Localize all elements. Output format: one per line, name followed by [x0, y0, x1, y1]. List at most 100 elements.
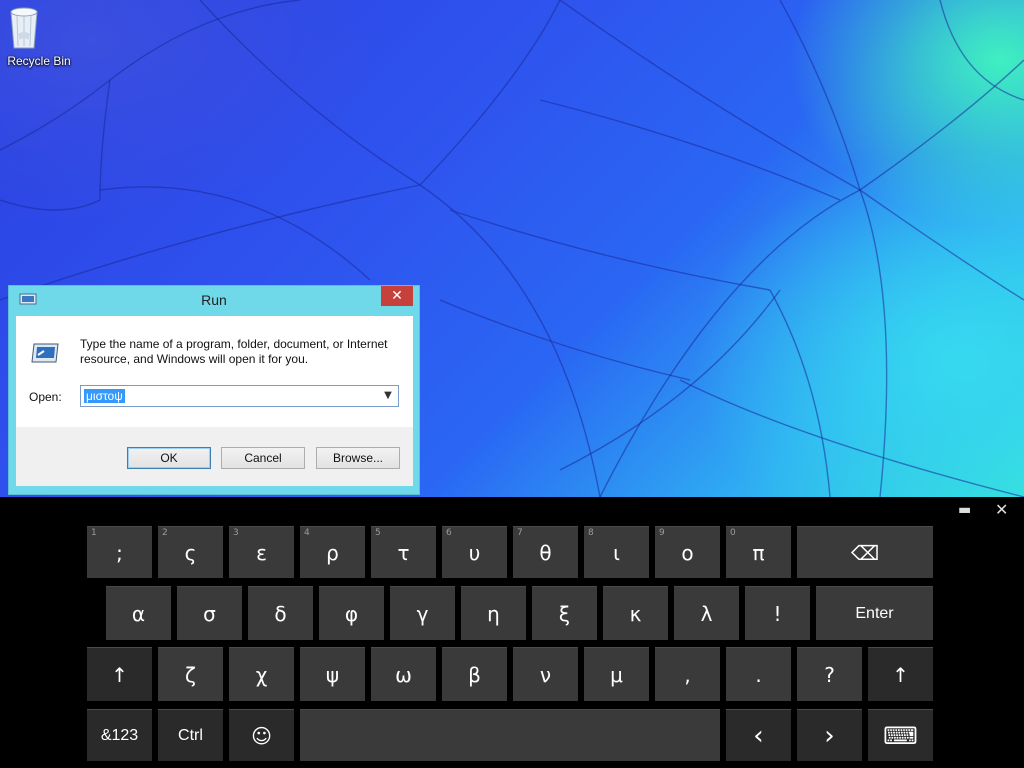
key[interactable]: σ — [177, 586, 242, 640]
key[interactable]: ζ — [158, 647, 223, 701]
cancel-button[interactable]: Cancel — [221, 447, 305, 469]
right-arrow-key[interactable]: › — [797, 709, 862, 761]
key[interactable]: μ — [584, 647, 649, 701]
desktop-icon-label: Recycle Bin — [7, 54, 71, 68]
close-keyboard-icon[interactable]: ✕ — [995, 500, 1008, 519]
chevron-right-icon: › — [824, 720, 835, 751]
desktop-icon-recycle-bin[interactable]: Recycle Bin — [4, 4, 74, 68]
key-label: Enter — [855, 604, 894, 622]
key-label: ! — [773, 601, 782, 626]
key-label: δ — [274, 601, 287, 626]
dialog-title: Run — [201, 292, 227, 308]
key-label: π — [752, 540, 765, 565]
key[interactable]: κ — [603, 586, 668, 640]
key-label: ρ — [326, 540, 339, 565]
key-label: ω — [395, 662, 412, 687]
desktop-wallpaper: Recycle Bin Run ✕ Type the name of a pro… — [0, 0, 1024, 497]
chevron-down-icon[interactable]: ▼ — [382, 389, 394, 403]
dialog-button-row: OK Cancel Browse... — [16, 427, 413, 486]
key[interactable]: 2ς — [158, 526, 223, 578]
browse-button[interactable]: Browse... — [316, 447, 400, 469]
key[interactable]: η — [461, 586, 526, 640]
shift-key-left[interactable]: ↑ — [87, 647, 152, 701]
key-label: φ — [344, 601, 359, 626]
key[interactable]: 5τ — [371, 526, 436, 578]
key[interactable]: 4ρ — [300, 526, 365, 578]
dialog-titlebar[interactable]: Run ✕ — [9, 286, 419, 316]
key[interactable]: γ — [390, 586, 455, 640]
key-label: χ — [255, 662, 268, 687]
key-label: , — [684, 662, 691, 687]
keyboard-layout-key[interactable]: ⌨ — [868, 709, 933, 761]
run-dialog: Run ✕ Type the name of a program, folder… — [8, 285, 420, 495]
recycle-bin-icon — [10, 4, 59, 52]
key[interactable]: 0π — [726, 526, 791, 578]
dialog-instructions: Type the name of a program, folder, docu… — [80, 337, 388, 366]
key[interactable]: ! — [745, 586, 810, 640]
key-number: 6 — [446, 528, 452, 538]
shift-arrow-icon: ↑ — [111, 662, 128, 687]
key-label: θ — [539, 540, 552, 565]
key[interactable]: 3ε — [229, 526, 294, 578]
key-label: σ — [203, 601, 216, 626]
key[interactable]: φ — [319, 586, 384, 640]
key[interactable]: 7θ — [513, 526, 578, 578]
key-number: 5 — [375, 528, 381, 538]
emoji-key[interactable]: ☺ — [229, 709, 294, 761]
key[interactable]: 1; — [87, 526, 152, 578]
key[interactable]: χ — [229, 647, 294, 701]
key[interactable]: , — [655, 647, 720, 701]
dock-keyboard-icon[interactable]: ▬ — [958, 502, 971, 518]
run-program-icon — [30, 342, 60, 364]
key[interactable]: α — [106, 586, 171, 640]
key-number: 1 — [91, 528, 97, 538]
key-label: ? — [824, 662, 835, 687]
key[interactable]: 9ο — [655, 526, 720, 578]
enter-key[interactable]: Enter — [816, 586, 933, 640]
ok-button[interactable]: OK — [127, 447, 211, 469]
open-input-value[interactable]: μιστοψ — [84, 389, 125, 403]
key-label: κ — [629, 601, 642, 626]
key-label: ο — [681, 540, 694, 565]
key[interactable]: 8ι — [584, 526, 649, 578]
key[interactable]: ω — [371, 647, 436, 701]
key-label: α — [131, 601, 146, 626]
key-label: γ — [416, 601, 429, 626]
key-number: 0 — [730, 528, 736, 538]
key-label: τ — [397, 540, 410, 565]
backspace-icon: ⌫ — [850, 540, 880, 565]
key-label: . — [755, 662, 762, 687]
shift-key-right[interactable]: ↑ — [868, 647, 933, 701]
key[interactable]: ξ — [532, 586, 597, 640]
space-key[interactable] — [300, 709, 720, 761]
key-label: &123 — [100, 726, 139, 744]
key-label: ς — [184, 540, 197, 565]
key[interactable]: . — [726, 647, 791, 701]
symbols-key[interactable]: &123 — [87, 709, 152, 761]
emoji-icon: ☺ — [251, 723, 272, 748]
key-label: Ctrl — [178, 726, 203, 744]
backspace-key[interactable]: ⌫ — [797, 526, 933, 578]
open-combobox[interactable]: μιστοψ ▼ — [80, 385, 399, 407]
touch-keyboard: ▬ ✕ 1; 2ς 3ε 4ρ 5τ 6υ 7θ 8ι 9ο 0π ⌫ α σ … — [0, 497, 1024, 768]
key-label: β — [468, 662, 481, 687]
key-number: 8 — [588, 528, 594, 538]
close-button[interactable]: ✕ — [381, 286, 413, 306]
key[interactable]: δ — [248, 586, 313, 640]
key[interactable]: β — [442, 647, 507, 701]
key[interactable]: ν — [513, 647, 578, 701]
key[interactable]: 6υ — [442, 526, 507, 578]
key-label: ζ — [185, 662, 196, 687]
left-arrow-key[interactable]: ‹ — [726, 709, 791, 761]
ctrl-key[interactable]: Ctrl — [158, 709, 223, 761]
key-label: ι — [613, 540, 620, 565]
key[interactable]: λ — [674, 586, 739, 640]
open-label: Open: — [29, 390, 62, 404]
key[interactable]: ? — [797, 647, 862, 701]
key-number: 2 — [162, 528, 168, 538]
key[interactable]: ψ — [300, 647, 365, 701]
key-label: η — [487, 601, 500, 626]
key-label: μ — [610, 662, 623, 687]
key-label: ; — [116, 540, 123, 565]
shift-arrow-icon: ↑ — [892, 662, 909, 687]
